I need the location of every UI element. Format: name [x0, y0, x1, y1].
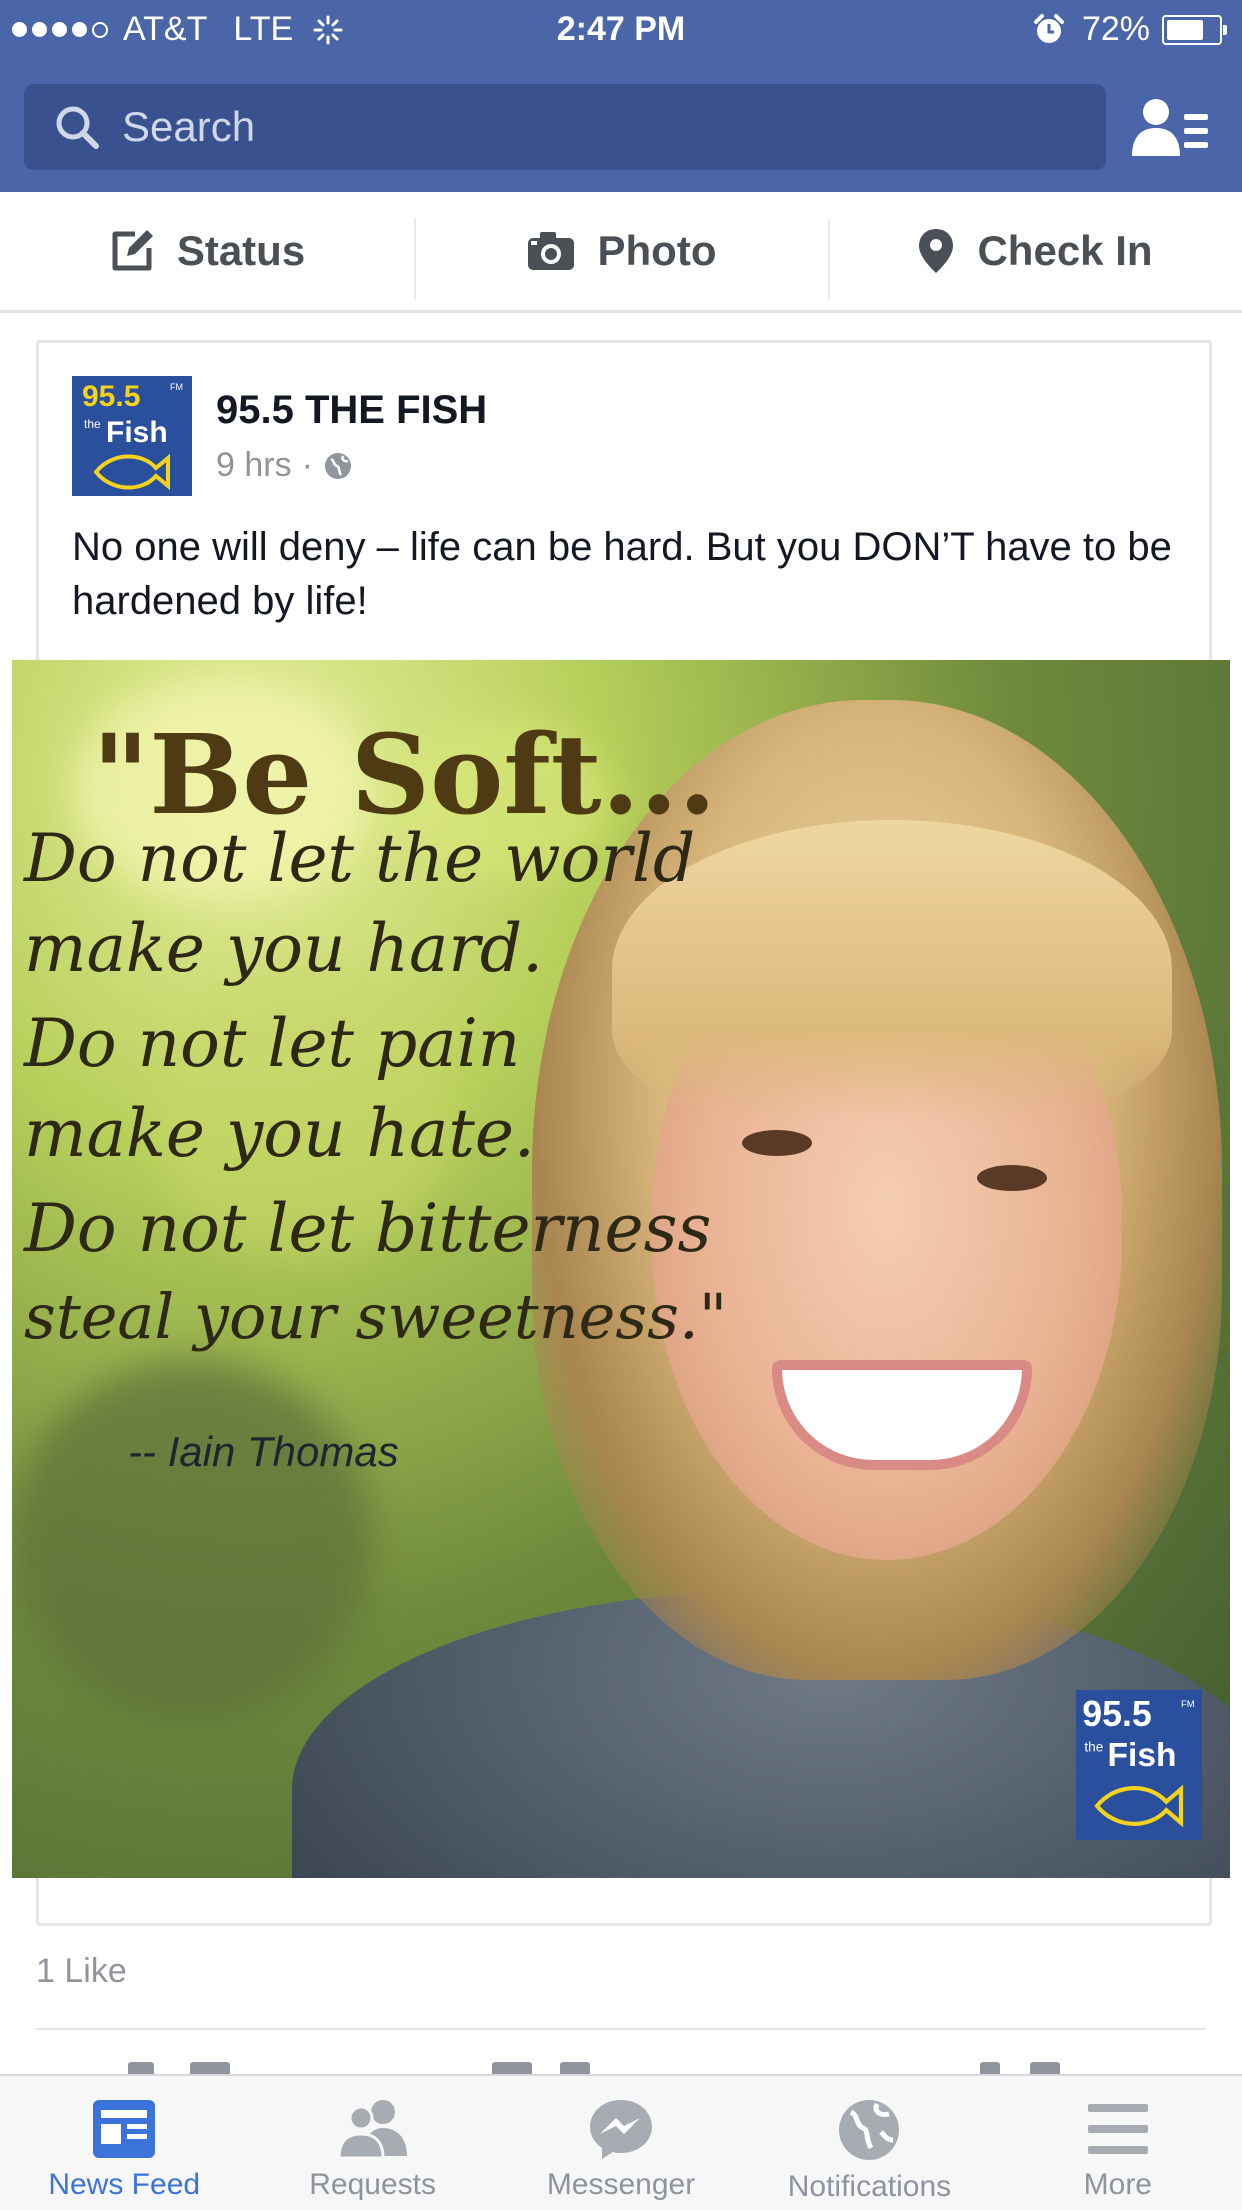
- check-in-button[interactable]: Check In: [828, 192, 1242, 310]
- watermark-logo: 95.5 FM the Fish: [1076, 1690, 1202, 1840]
- battery-percent: 72%: [1081, 10, 1150, 48]
- photo-eye-right: [977, 1165, 1047, 1191]
- requests-icon: [337, 2100, 407, 2160]
- like-count[interactable]: 1 Like: [36, 1952, 127, 1991]
- tab-label: Notifications: [787, 2170, 952, 2203]
- svg-text:the: the: [1084, 1739, 1103, 1754]
- check-in-label: Check In: [977, 227, 1153, 274]
- status-label: Status: [176, 227, 306, 274]
- tab-label: More: [1083, 2168, 1152, 2201]
- menu-icon: [1087, 2104, 1148, 2154]
- top-bar: AT&T LTE 2:47 PM 72%: [0, 0, 1242, 192]
- alarm-clock-icon: [1033, 13, 1064, 43]
- svg-text:Fish: Fish: [106, 416, 168, 449]
- globe-icon: [324, 452, 351, 479]
- fish-logo-icon: 95.5 FM the Fish: [72, 376, 192, 496]
- tab-label: News Feed: [48, 2168, 201, 2201]
- camera-icon: [527, 232, 574, 270]
- meta-separator: ·: [301, 446, 313, 484]
- divider: [36, 2028, 1206, 2030]
- search-bar[interactable]: [24, 84, 1106, 170]
- tab-label: Messenger: [546, 2168, 696, 2201]
- quote-line: make you hard.: [24, 910, 544, 987]
- edit-icon: [112, 230, 153, 271]
- quote-line: make you hate.: [24, 1095, 535, 1172]
- post-meta: 9 hrs ·: [216, 446, 353, 485]
- photo-eye-left: [742, 1130, 812, 1156]
- photo-label: Photo: [597, 227, 717, 274]
- quote-line: Do not let pain: [24, 1005, 521, 1082]
- quote-line: Do not let bitterness: [24, 1190, 712, 1267]
- post-text: No one will deny – life can be hard. But…: [72, 525, 1172, 623]
- quote-line: Do not let the world: [24, 820, 696, 897]
- location-pin-icon: [919, 229, 954, 273]
- status-right: 72%: [1032, 10, 1227, 49]
- battery-icon: [1162, 14, 1227, 45]
- fish-logo-icon: 95.5 FM the Fish: [1076, 1690, 1202, 1840]
- svg-text:FM: FM: [170, 382, 183, 392]
- composer-bar: Status Photo Check In: [0, 192, 1242, 313]
- tab-news-feed[interactable]: News Feed: [0, 2076, 248, 2210]
- photo-button[interactable]: Photo: [414, 192, 828, 310]
- tab-label: Requests: [309, 2168, 436, 2201]
- status-button[interactable]: Status: [0, 192, 414, 310]
- quote-author: -- Iain Thomas: [128, 1428, 399, 1475]
- quote-line: steal your sweetness.": [24, 1280, 728, 1353]
- svg-text:the: the: [84, 417, 101, 431]
- tab-messenger[interactable]: Messenger: [497, 2076, 745, 2210]
- post-time[interactable]: 9 hrs: [216, 446, 292, 485]
- svg-text:95.5: 95.5: [82, 380, 140, 413]
- svg-text:FM: FM: [1181, 1699, 1195, 1710]
- svg-text:95.5: 95.5: [1082, 1694, 1151, 1734]
- tab-more[interactable]: More: [994, 2076, 1242, 2210]
- tab-bar: News Feed Requests Messenger Notificatio…: [0, 2074, 1242, 2210]
- tab-requests[interactable]: Requests: [248, 2076, 496, 2210]
- post-photo[interactable]: "Be Soft... Do not let the world make yo…: [12, 660, 1230, 1878]
- search-icon: [56, 106, 99, 149]
- news-feed-icon: [93, 2100, 156, 2158]
- globe-icon: [839, 2100, 900, 2160]
- svg-text:Fish: Fish: [1108, 1737, 1177, 1774]
- post-author[interactable]: 95.5 THE FISH: [216, 388, 487, 433]
- messenger-icon: [590, 2100, 653, 2159]
- tab-notifications[interactable]: Notifications: [745, 2076, 993, 2210]
- status-bar: AT&T LTE 2:47 PM 72%: [0, 0, 1242, 62]
- search-input[interactable]: [120, 102, 1024, 152]
- photo-bangs: [612, 820, 1172, 1120]
- page-avatar[interactable]: 95.5 FM the Fish: [72, 376, 192, 496]
- friend-list-icon[interactable]: [1130, 96, 1210, 160]
